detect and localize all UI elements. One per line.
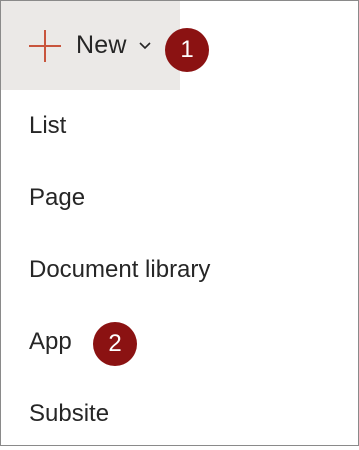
menu-item-list[interactable]: List [1, 90, 358, 162]
new-menu: List Page Document library App Subsite [1, 90, 358, 450]
menu-item-label: Page [29, 184, 86, 211]
menu-item-label: List [29, 112, 67, 139]
menu-item-app[interactable]: App [1, 306, 358, 378]
menu-item-subsite[interactable]: Subsite [1, 378, 358, 450]
menu-item-label: Document library [29, 256, 211, 283]
menu-item-label: Subsite [29, 400, 110, 427]
new-button-label: New [76, 31, 127, 59]
plus-icon [29, 29, 61, 62]
step-badge-1: 1 [165, 28, 209, 72]
chevron-down-icon [139, 38, 151, 50]
menu-item-document-library[interactable]: Document library [1, 234, 358, 306]
menu-item-page[interactable]: Page [1, 162, 358, 234]
step-badge-2: 2 [93, 322, 137, 366]
new-button[interactable]: New [1, 1, 180, 90]
menu-item-label: App [29, 328, 72, 355]
new-dropdown-panel: New List Page Document library App Subsi… [0, 0, 359, 446]
